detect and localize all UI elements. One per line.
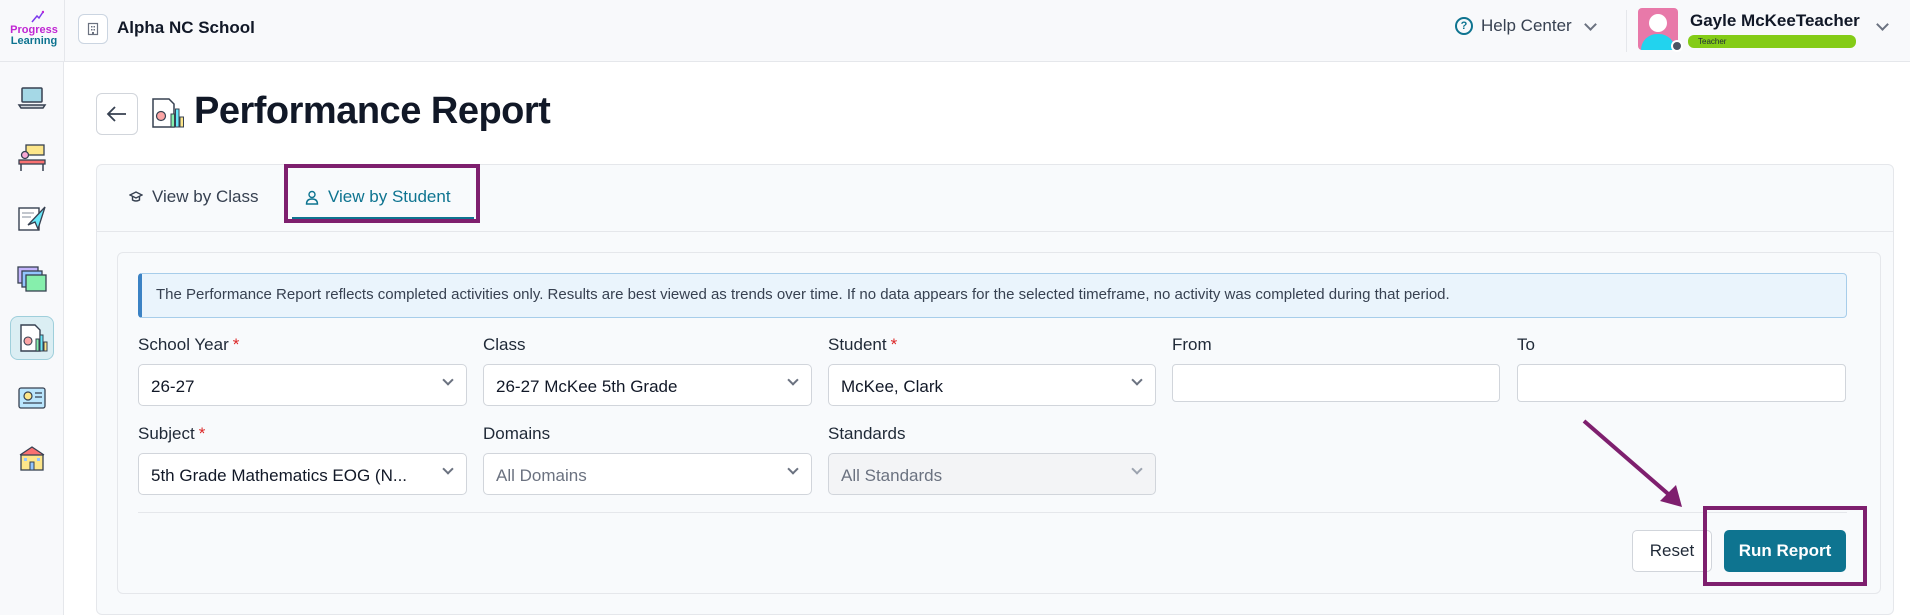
school-switcher-button[interactable] [78,14,108,44]
required-marker: * [232,335,240,354]
standards-select[interactable]: All Standards [828,453,1156,495]
subject-label: Subject * [138,424,206,443]
nav-item-assignments[interactable] [10,196,54,240]
annotation-highlight-box [1703,506,1867,586]
reading-icon [18,387,46,409]
info-banner: The Performance Report reflects complete… [138,273,1847,318]
school-icon [19,446,45,471]
chevron-down-icon [787,374,799,386]
nav-item-school[interactable] [10,436,54,480]
student-select[interactable]: McKee, Clark [828,364,1156,406]
graduation-cap-icon [129,191,143,202]
chevron-down-icon [442,463,454,475]
report-icon [152,98,184,128]
school-year-value: 26-27 [151,377,195,396]
logo-spark-icon [31,10,44,23]
report-icon [20,324,48,352]
chevron-down-icon [1131,463,1143,475]
folders-icon [17,266,47,292]
laptop-icon [17,87,47,109]
standards-label: Standards [828,424,906,443]
back-button[interactable] [96,93,138,135]
to-label: To [1517,335,1535,354]
annotation-highlight-box [284,164,480,223]
assignment-icon [18,206,46,231]
nav-item-classroom[interactable] [10,136,54,180]
user-name[interactable]: Gayle McKeeTeacher [1690,11,1860,31]
chevron-down-icon [442,374,454,386]
required-marker: * [198,424,206,443]
required-marker: * [890,335,898,354]
help-icon: ? [1455,17,1473,35]
class-label: Class [483,335,526,354]
standards-value: All Standards [841,466,943,485]
student-value: McKee, Clark [841,377,944,396]
student-label: Student * [828,335,898,354]
help-center-menu[interactable]: ? Help Center [1455,16,1597,36]
divider [1626,10,1627,52]
from-date-input[interactable] [1172,364,1500,402]
classroom-icon [18,144,46,171]
avatar-status-icon [1671,40,1683,52]
help-center-label: Help Center [1481,16,1572,35]
progress-learning-logo[interactable]: Progress Learning [8,10,60,50]
class-select[interactable]: 26-27 McKee 5th Grade [483,364,812,406]
tab-label: View by Class [152,187,259,206]
from-label: From [1172,335,1212,354]
to-date-input[interactable] [1517,364,1846,402]
school-name: Alpha NC School [117,18,255,37]
nav-item-reading[interactable] [10,376,54,420]
top-bar: Progress Learning Alpha NC School ? Help… [0,0,1910,62]
school-year-label: School Year * [138,335,240,354]
logo-text-learning: Learning [10,35,58,47]
nav-item-reports[interactable] [10,316,54,360]
chevron-down-icon [787,463,799,475]
reset-button[interactable]: Reset [1632,530,1712,572]
domains-value: All Domains [496,466,587,485]
annotation-arrow [1582,419,1682,507]
user-menu-chevron-down-icon[interactable] [1876,18,1889,31]
role-badge: Teacher [1688,35,1856,48]
subject-select[interactable]: 5th Grade Mathematics EOG (N... [138,453,467,495]
chevron-down-icon [1131,374,1143,386]
domains-select[interactable]: All Domains [483,453,812,495]
divider [64,0,65,62]
school-year-select[interactable]: 26-27 [138,364,467,406]
side-nav [0,62,64,615]
page-title: Performance Report [194,90,551,132]
building-icon [87,22,99,36]
nav-item-laptop[interactable] [10,76,54,120]
arrow-left-icon [106,106,126,122]
class-value: 26-27 McKee 5th Grade [496,377,678,396]
nav-item-folders[interactable] [10,256,54,300]
chevron-down-icon [1583,17,1597,31]
tab-view-by-class[interactable]: View by Class [129,187,258,207]
domains-label: Domains [483,424,551,443]
subject-value: 5th Grade Mathematics EOG (N... [151,466,408,485]
